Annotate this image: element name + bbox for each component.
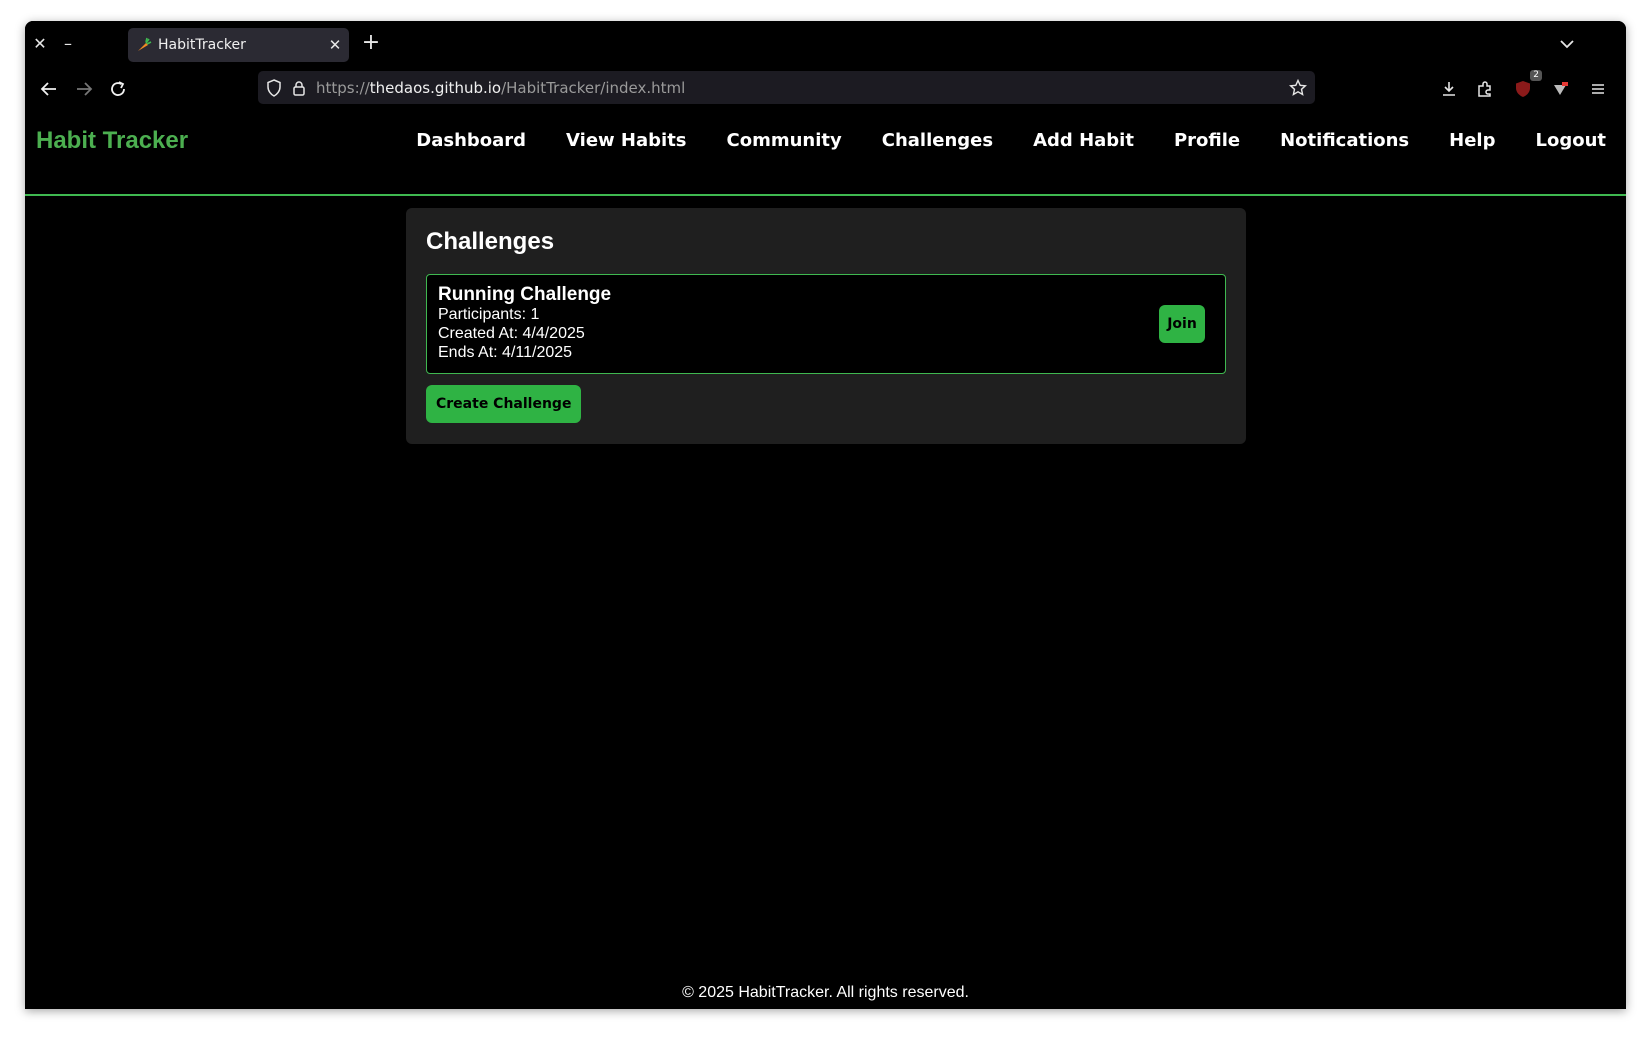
nav-view-habits[interactable]: View Habits — [566, 130, 686, 151]
challenge-item: Running Challenge Participants: 1 Create… — [426, 274, 1226, 374]
site-nav: Dashboard View Habits Community Challeng… — [416, 130, 1606, 151]
challenge-created: Created At: 4/4/2025 — [438, 325, 585, 342]
download-icon[interactable] — [1436, 76, 1462, 102]
tab-strip: ✕ – HabitTracker ✕ + — [25, 21, 1626, 66]
minimize-window-icon[interactable]: – — [58, 34, 78, 54]
nav-add-habit[interactable]: Add Habit — [1033, 130, 1134, 151]
ublock-shield-icon[interactable]: 2 — [1510, 70, 1542, 102]
footer-text: © 2025 HabitTracker. All rights reserved… — [682, 984, 969, 1001]
url-text: https://thedaos.github.io/HabitTracker/i… — [316, 79, 685, 97]
chevron-down-icon[interactable] — [1556, 33, 1578, 55]
extension-flag-icon[interactable] — [1547, 76, 1573, 102]
page-content: Habit Tracker Dashboard View Habits Comm… — [25, 111, 1626, 1009]
back-icon[interactable] — [36, 76, 62, 102]
create-challenge-button[interactable]: Create Challenge — [426, 385, 582, 423]
join-button[interactable]: Join — [1159, 305, 1205, 343]
url-scheme: https:// — [316, 78, 370, 97]
nav-help[interactable]: Help — [1449, 130, 1495, 151]
url-bar[interactable]: https://thedaos.github.io/HabitTracker/i… — [258, 71, 1315, 104]
nav-challenges[interactable]: Challenges — [882, 130, 993, 151]
extension-badge: 2 — [1530, 70, 1542, 81]
tab-title: HabitTracker — [158, 37, 246, 53]
nav-notifications[interactable]: Notifications — [1280, 130, 1409, 151]
extensions-icon[interactable] — [1472, 76, 1498, 102]
menu-icon[interactable] — [1585, 76, 1611, 102]
browser-window: ✕ – HabitTracker ✕ + https://thedaos.git… — [25, 21, 1626, 1009]
site-logo[interactable]: Habit Tracker — [36, 127, 188, 155]
close-tab-icon[interactable]: ✕ — [321, 36, 349, 54]
carrot-icon — [136, 37, 152, 53]
shield-icon[interactable] — [266, 78, 282, 97]
bookmark-star-icon[interactable] — [1289, 78, 1307, 97]
nav-logout[interactable]: Logout — [1535, 130, 1606, 151]
page-title: Challenges — [426, 228, 555, 255]
nav-community[interactable]: Community — [727, 130, 842, 151]
nav-profile[interactable]: Profile — [1174, 130, 1240, 151]
challenges-card: Challenges Running Challenge Participant… — [406, 208, 1246, 444]
site-header: Habit Tracker Dashboard View Habits Comm… — [25, 111, 1626, 196]
reload-icon[interactable] — [105, 76, 131, 102]
tab-habittracker[interactable]: HabitTracker ✕ — [128, 28, 349, 62]
challenge-name: Running Challenge — [438, 284, 612, 305]
nav-dashboard[interactable]: Dashboard — [416, 130, 526, 151]
url-host: thedaos.github.io — [369, 78, 502, 97]
lock-icon[interactable] — [292, 80, 306, 96]
forward-icon[interactable] — [71, 76, 97, 102]
url-path: /HabitTracker/index.html — [501, 78, 686, 97]
nav-toolbar: https://thedaos.github.io/HabitTracker/i… — [25, 66, 1626, 111]
new-tab-icon[interactable]: + — [359, 31, 383, 55]
close-window-icon[interactable]: ✕ — [30, 34, 50, 54]
challenge-participants: Participants: 1 — [438, 306, 540, 323]
challenge-ends: Ends At: 4/11/2025 — [438, 344, 573, 361]
